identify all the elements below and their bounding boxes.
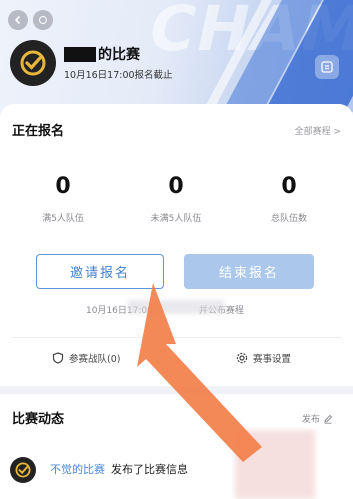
feed-text: 发布了比赛信息 (111, 463, 188, 476)
end-registration-button[interactable]: 结束报名 (184, 254, 314, 289)
edit-icon (324, 414, 333, 424)
stat-full-teams: 0 满5人队伍 (18, 174, 108, 224)
feed-author[interactable]: 不觉的比赛 (50, 463, 105, 476)
avatar (10, 40, 56, 86)
stat-partial-teams: 0 未满5人队伍 (131, 174, 221, 224)
gear-icon (236, 352, 248, 364)
registration-deadline: 10月16日17:00报名截止 (64, 70, 173, 81)
invite-registration-button[interactable]: 邀请报名 (36, 254, 164, 289)
stat-value: 0 (55, 174, 71, 199)
more-button[interactable] (33, 10, 53, 30)
match-settings-link[interactable]: 赛事设置 (236, 351, 291, 365)
back-button[interactable] (8, 10, 28, 30)
match-title-text: 的比赛 (98, 47, 140, 63)
blurred-region (128, 300, 224, 314)
match-title: 的比赛 (64, 44, 140, 64)
stat-value: 0 (281, 174, 297, 199)
blurred-region (235, 430, 315, 499)
match-settings-label: 赛事设置 (253, 354, 292, 365)
stat-label: 未满5人队伍 (150, 214, 202, 224)
feed-avatar (10, 457, 36, 483)
section-title: 正在报名 (12, 124, 65, 139)
stat-value: 0 (168, 174, 184, 199)
teams-link-label: 参赛战队(0) (69, 354, 121, 365)
stat-total-teams: 0 总队伍数 (244, 174, 334, 224)
share-icon (321, 61, 333, 73)
stat-label: 总队伍数 (270, 214, 307, 224)
share-button[interactable] (315, 55, 339, 79)
section-title: 比赛动态 (12, 412, 65, 427)
chevron-left-icon (14, 15, 21, 25)
logo-check-icon (20, 50, 46, 76)
publish-button[interactable]: 发布 (302, 412, 333, 425)
logo-check-icon (15, 462, 31, 478)
shield-icon (52, 352, 64, 364)
registration-card: 正在报名 全部赛程 > 0 满5人队伍 0 未满5人队伍 0 总队伍数 邀请报名… (0, 104, 353, 386)
stat-label: 满5人队伍 (42, 214, 84, 224)
circle-icon (39, 16, 47, 24)
teams-link[interactable]: 参赛战队(0) (52, 351, 120, 365)
redacted-name (64, 46, 96, 62)
header-banner: CHAMPION 的比赛 10月16日17:00报名截止 (0, 0, 353, 112)
publish-label: 发布 (302, 415, 321, 425)
all-events-link[interactable]: 全部赛程 > (295, 124, 341, 137)
divider (12, 337, 341, 338)
feed-item[interactable]: 不觉的比赛 发布了比赛信息 (50, 461, 188, 477)
